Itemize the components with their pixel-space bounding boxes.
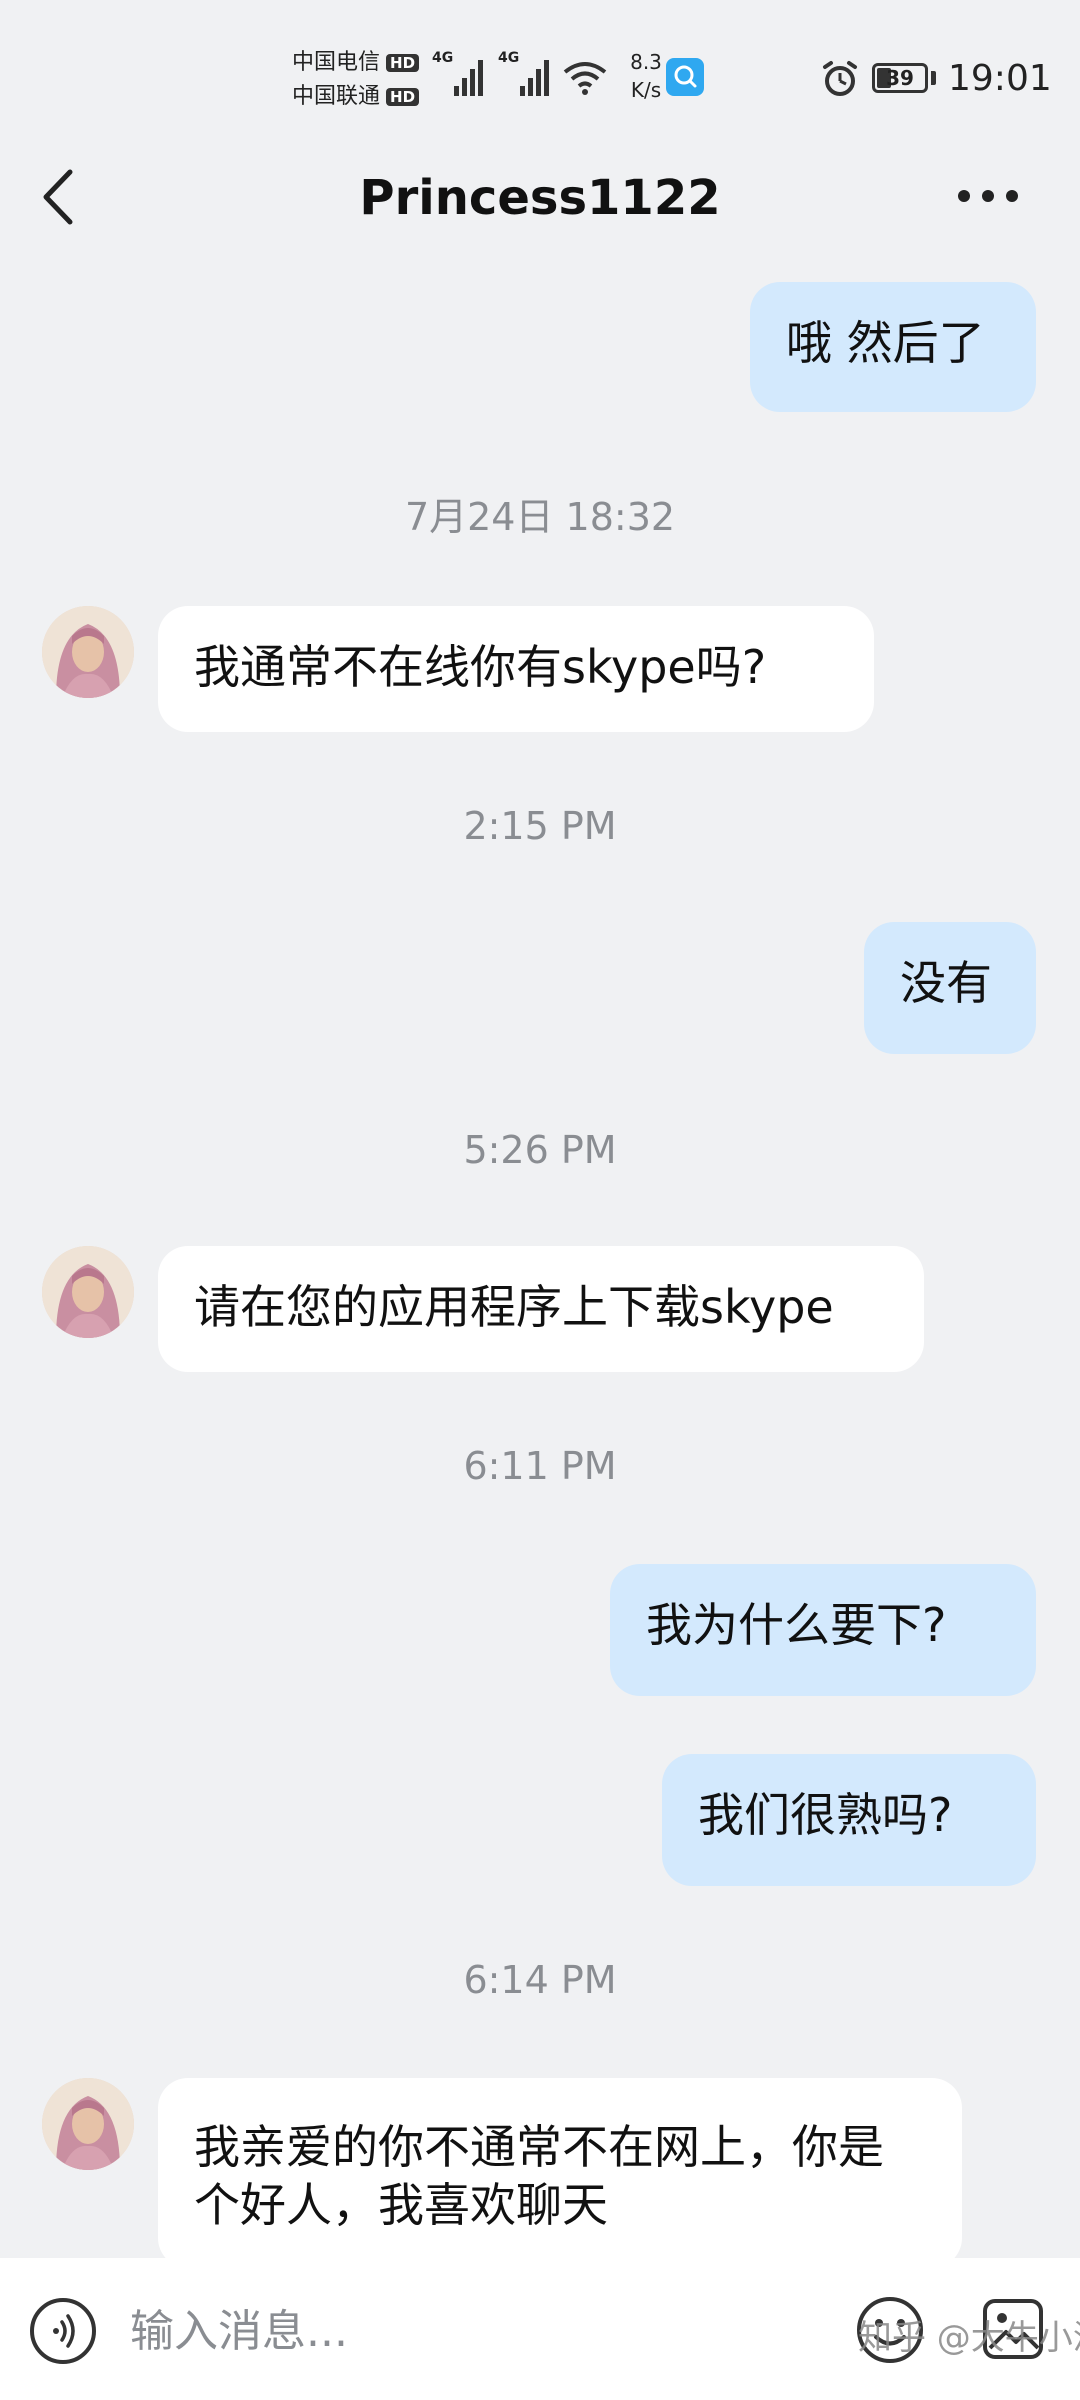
status-clock: 19:01: [948, 58, 1052, 99]
search-app-icon: [666, 58, 704, 96]
timestamp: 6:11 PM: [463, 1444, 617, 1488]
hd-badge: HD: [386, 88, 420, 106]
message-input[interactable]: [128, 2292, 812, 2370]
voice-icon: [53, 2314, 75, 2348]
message-bubble-outgoing[interactable]: 哦 然后了: [750, 282, 1036, 412]
message-bubble-outgoing[interactable]: 我为什么要下?: [610, 1564, 1036, 1696]
timestamp: 7月24日 18:32: [404, 495, 676, 539]
avatar[interactable]: [42, 2078, 134, 2170]
status-bar: 中国电信 HD 中国联通 HD 4G 4G 8.3 K/s 39 19:01: [0, 0, 1080, 150]
battery-tip: [931, 71, 936, 85]
message-bubble-outgoing[interactable]: 我们很熟吗?: [662, 1754, 1036, 1886]
page-title: Princess1122: [359, 170, 721, 226]
avatar[interactable]: [42, 1246, 134, 1338]
signal-1-icon: 4G: [432, 50, 488, 102]
carrier-2-label: 中国联通: [292, 84, 381, 109]
battery-level: 39: [886, 66, 914, 90]
carrier-1-label: 中国电信: [292, 50, 381, 75]
signal-2-icon: 4G: [498, 50, 554, 102]
more-horizontal-icon: [958, 190, 1018, 202]
message-bubble-incoming[interactable]: 我通常不在线你有skype吗?: [158, 606, 874, 732]
carrier-info: 中国电信 HD 中国联通 HD: [292, 46, 420, 114]
avatar[interactable]: [42, 606, 134, 698]
battery-icon: 39: [872, 63, 928, 93]
chat-header: Princess1122: [0, 150, 1080, 250]
timestamp: 6:14 PM: [463, 1958, 617, 2002]
message-input-bar: 知乎 @大牛小溜: [0, 2258, 1080, 2400]
wifi-icon: [562, 60, 608, 100]
timestamp: 5:26 PM: [463, 1128, 617, 1172]
message-bubble-outgoing[interactable]: 没有: [864, 922, 1036, 1054]
more-button[interactable]: [950, 176, 1030, 216]
message-bubble-incoming[interactable]: 我亲爱的你不通常不在网上，你是个好人，我喜欢聊天: [158, 2078, 962, 2268]
hd-badge: HD: [386, 54, 420, 72]
alarm-icon: [820, 60, 860, 102]
timestamp: 2:15 PM: [463, 804, 617, 848]
voice-button[interactable]: [30, 2298, 96, 2364]
watermark-text: 知乎 @大牛小溜: [858, 2318, 1080, 2358]
message-bubble-incoming[interactable]: 请在您的应用程序上下载skype: [158, 1246, 924, 1372]
